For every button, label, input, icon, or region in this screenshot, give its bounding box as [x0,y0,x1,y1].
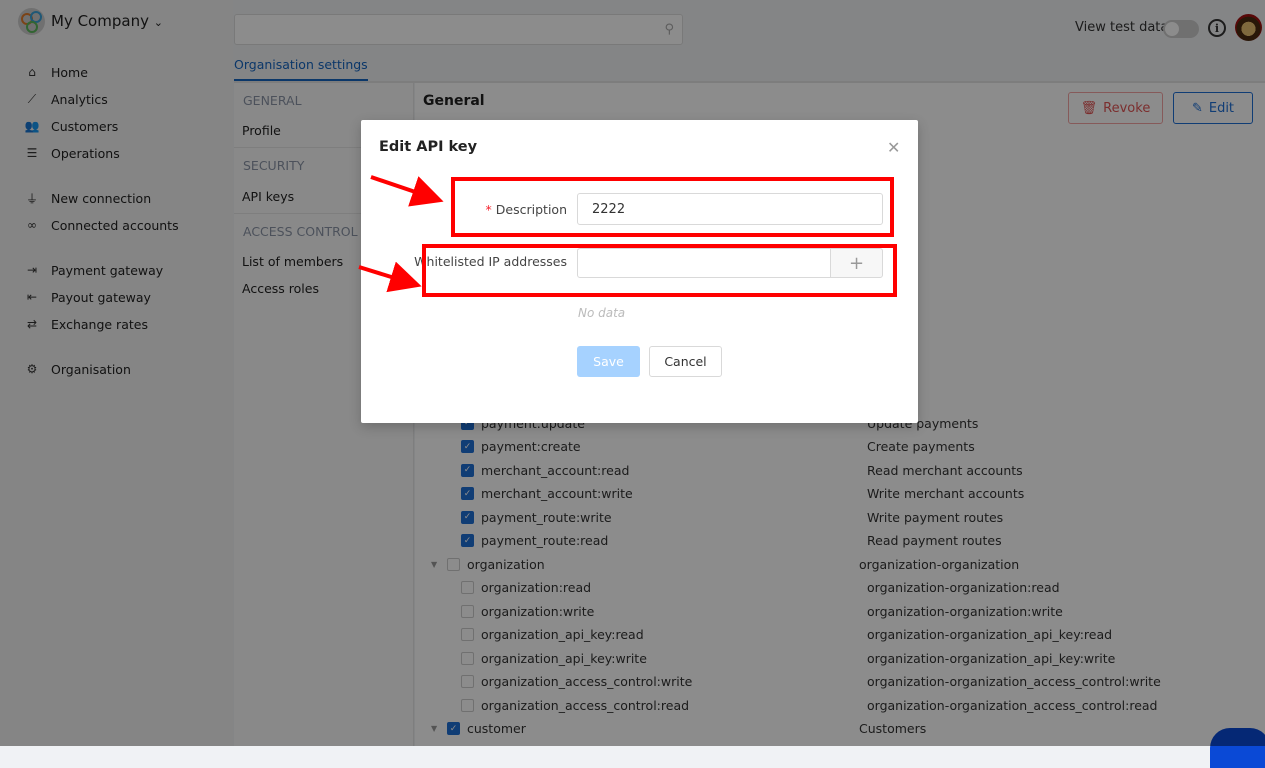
annotation-arrow [370,175,444,207]
annotation-arrows [358,175,444,293]
annotation-arrow [358,261,422,293]
